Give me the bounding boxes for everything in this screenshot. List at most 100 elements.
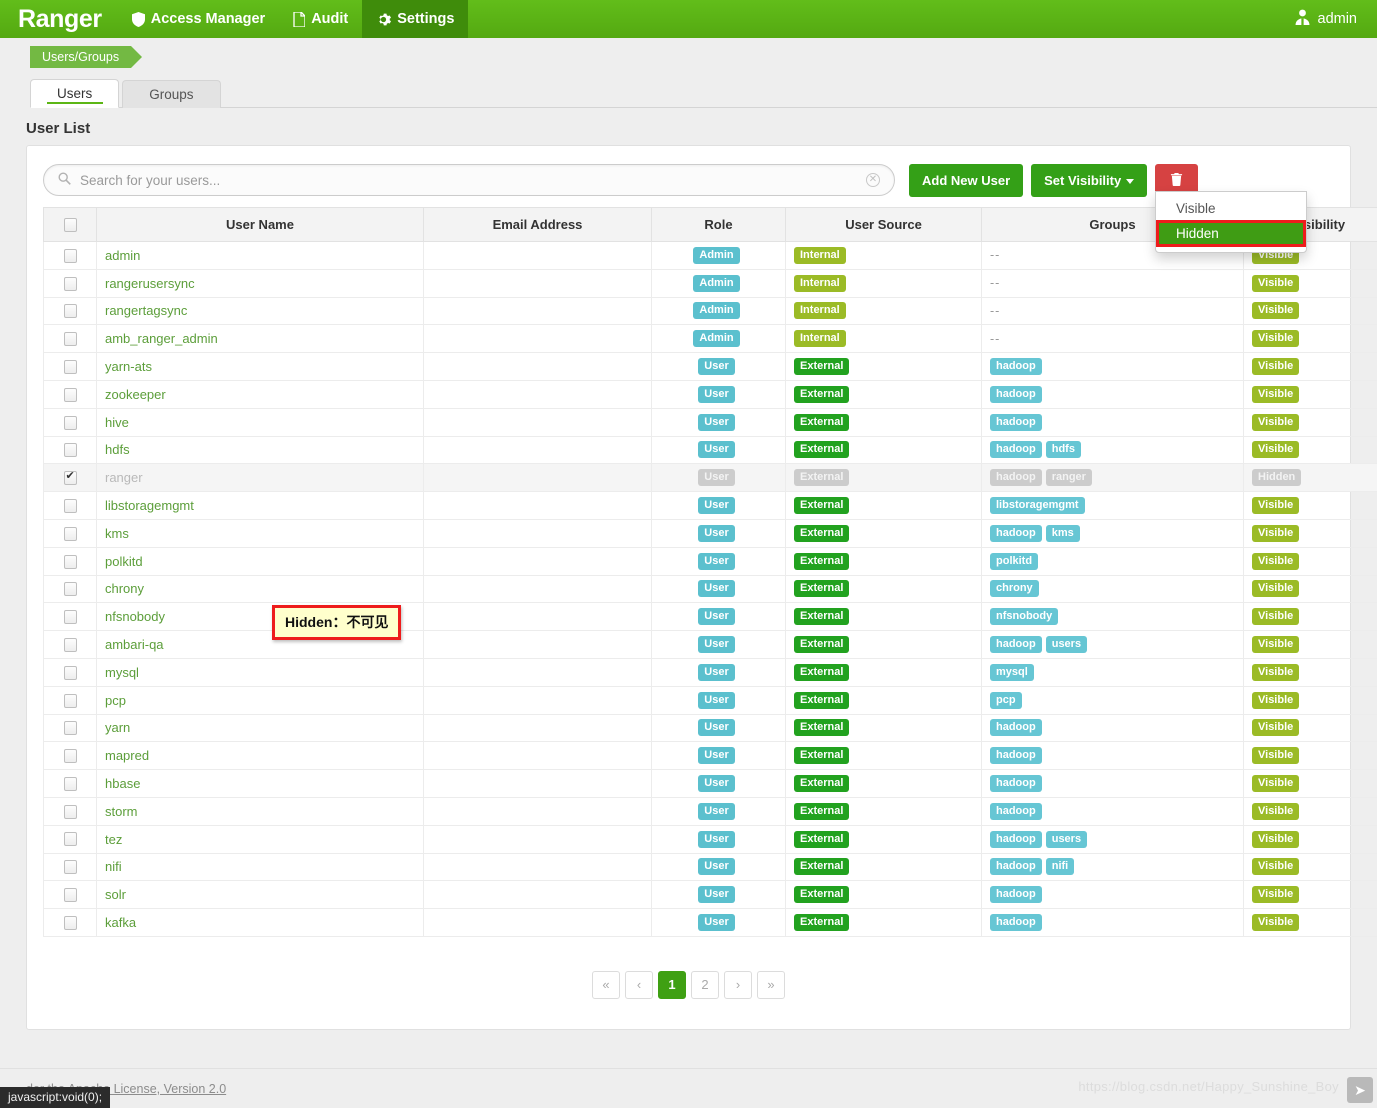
cell-user-source: External (786, 742, 982, 770)
user-name-link[interactable]: rangerusersync (105, 276, 195, 291)
user-name-link[interactable]: admin (105, 248, 140, 263)
row-checkbox[interactable] (64, 832, 77, 846)
cell-email (424, 714, 652, 742)
row-checkbox[interactable] (64, 388, 77, 402)
user-name-link[interactable]: yarn (105, 720, 130, 735)
row-checkbox[interactable] (64, 666, 77, 680)
group-tag: hadoop (990, 525, 1042, 542)
pagination-button[interactable]: » (757, 971, 785, 999)
nav-item-settings[interactable]: Settings (362, 0, 468, 38)
column-header-user-name[interactable]: User Name (97, 208, 424, 242)
add-new-user-button[interactable]: Add New User (909, 164, 1023, 197)
row-checkbox[interactable] (64, 416, 77, 430)
table-row: yarnUserExternalhadoopVisible (44, 714, 1377, 742)
user-name-link[interactable]: solr (105, 887, 126, 902)
search-box[interactable]: ✕ (43, 164, 895, 196)
user-name-link[interactable]: libstoragemgmt (105, 498, 194, 513)
row-checkbox[interactable] (64, 916, 77, 930)
user-name-link[interactable]: storm (105, 804, 138, 819)
row-checkbox[interactable] (64, 249, 77, 263)
user-name-link[interactable]: polkitd (105, 554, 143, 569)
row-checkbox[interactable] (64, 805, 77, 819)
column-header-role[interactable]: Role (652, 208, 786, 242)
dropdown-option-hidden[interactable]: Hidden (1156, 220, 1306, 247)
search-input[interactable] (78, 172, 866, 189)
tab-users[interactable]: Users (30, 79, 119, 108)
pagination-button[interactable]: « (592, 971, 620, 999)
user-name-link[interactable]: amb_ranger_admin (105, 331, 218, 346)
row-checkbox[interactable] (64, 582, 77, 596)
group-tag: ranger (1046, 469, 1092, 486)
column-header-email[interactable]: Email Address (424, 208, 652, 242)
column-header-user-source[interactable]: User Source (786, 208, 982, 242)
row-select-cell (44, 492, 97, 520)
row-checkbox[interactable] (64, 694, 77, 708)
cell-groups: hadoop (982, 770, 1244, 798)
breadcrumb-item-users-groups[interactable]: Users/Groups (30, 46, 131, 68)
user-name-link[interactable]: mapred (105, 748, 149, 763)
pagination-button[interactable]: 1 (658, 971, 686, 999)
row-checkbox[interactable] (64, 638, 77, 652)
row-checkbox[interactable] (64, 499, 77, 513)
watermark: https://blog.csdn.net/Happy_Sunshine_Boy (1078, 1079, 1339, 1094)
row-checkbox[interactable] (64, 555, 77, 569)
tab-groups[interactable]: Groups (122, 80, 220, 108)
group-tag: hadoop (990, 386, 1042, 403)
user-name-link[interactable]: zookeeper (105, 387, 166, 402)
user-name-link[interactable]: nifi (105, 859, 122, 874)
row-checkbox[interactable] (64, 304, 77, 318)
select-all-checkbox[interactable] (64, 218, 77, 232)
row-checkbox[interactable] (64, 860, 77, 874)
set-visibility-button[interactable]: Set Visibility (1031, 164, 1147, 197)
row-checkbox[interactable] (64, 721, 77, 735)
user-name-link[interactable]: hdfs (105, 442, 130, 457)
group-tag: hadoop (990, 414, 1042, 431)
user-name-link[interactable]: tez (105, 832, 122, 847)
user-name-link[interactable]: hbase (105, 776, 140, 791)
row-select-cell (44, 464, 97, 492)
row-checkbox[interactable] (64, 527, 77, 541)
table-row: polkitdUserExternalpolkitdVisible (44, 547, 1377, 575)
cell-email (424, 408, 652, 436)
cell-user-source: Internal (786, 242, 982, 270)
pagination-button[interactable]: 2 (691, 971, 719, 999)
user-name-link[interactable]: rangertagsync (105, 303, 187, 318)
visibility-badge: Visible (1252, 525, 1299, 542)
user-name-link[interactable]: mysql (105, 665, 139, 680)
app-brand[interactable]: Ranger (0, 0, 118, 38)
user-name-link[interactable]: pcp (105, 693, 126, 708)
user-name-link[interactable]: ranger (105, 470, 143, 485)
page-title: User List (26, 120, 1377, 137)
cell-groups: hadoopkms (982, 519, 1244, 547)
user-name-link[interactable]: hive (105, 415, 129, 430)
cell-user-source: External (786, 547, 982, 575)
row-checkbox[interactable] (64, 360, 77, 374)
visibility-badge: Visible (1252, 719, 1299, 736)
pagination-button[interactable]: › (724, 971, 752, 999)
user-name-link[interactable]: chrony (105, 581, 144, 596)
dropdown-option-visible[interactable]: Visible (1156, 197, 1306, 220)
pagination-button[interactable]: ‹ (625, 971, 653, 999)
row-checkbox[interactable] (64, 277, 77, 291)
user-name-link[interactable]: kms (105, 526, 129, 541)
arrow-up-icon[interactable]: ➤ (1347, 1077, 1373, 1103)
row-checkbox[interactable] (64, 332, 77, 346)
user-name-link[interactable]: kafka (105, 915, 136, 930)
user-name-link[interactable]: yarn-ats (105, 359, 152, 374)
row-checkbox[interactable] (64, 777, 77, 791)
user-name-link[interactable]: nfsnobody (105, 609, 165, 624)
cell-groups: pcp (982, 686, 1244, 714)
row-checkbox[interactable] (64, 443, 77, 457)
visibility-badge: Visible (1252, 636, 1299, 653)
nav-item-access-manager[interactable]: Access Manager (118, 0, 279, 38)
row-checkbox[interactable] (64, 749, 77, 763)
clear-icon[interactable]: ✕ (866, 173, 880, 187)
user-name-link[interactable]: ambari-qa (105, 637, 164, 652)
user-menu[interactable]: admin (1294, 0, 1377, 38)
row-checkbox[interactable] (64, 471, 77, 485)
nav-item-audit[interactable]: Audit (279, 0, 362, 38)
row-checkbox[interactable] (64, 610, 77, 624)
row-select-cell (44, 353, 97, 381)
cell-user-source: External (786, 519, 982, 547)
row-checkbox[interactable] (64, 888, 77, 902)
